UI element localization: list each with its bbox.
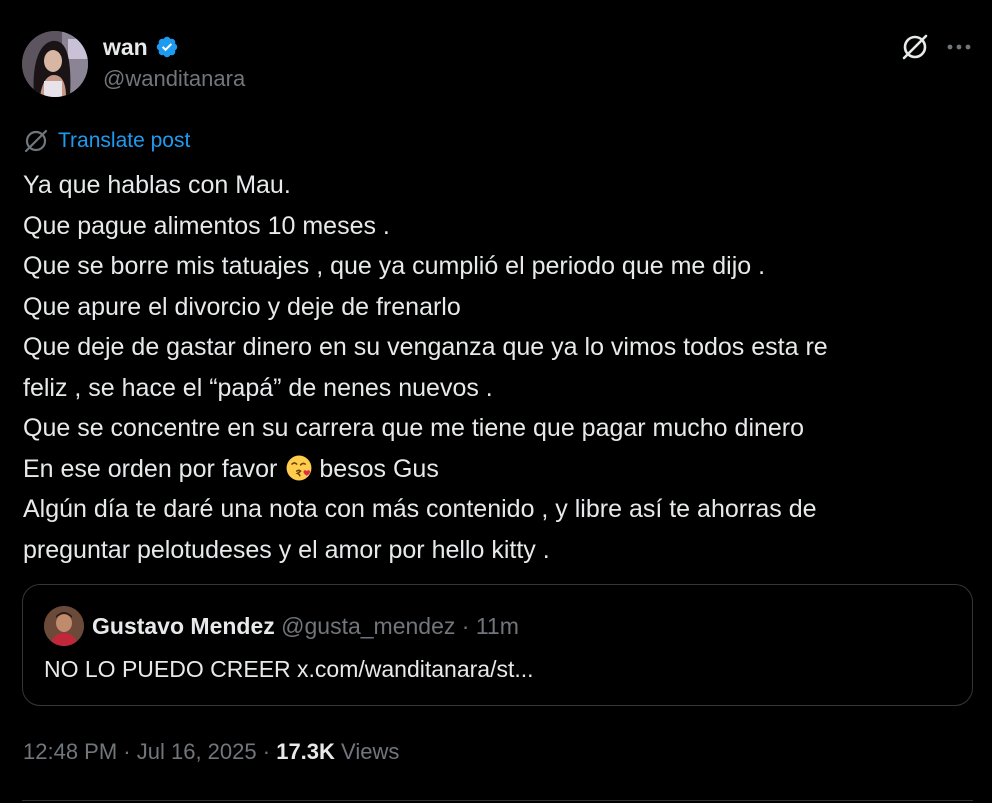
verified-badge-icon: [156, 36, 177, 58]
quoted-tweet-card[interactable]: Gustavo Mendez @gusta_mendez · 11m NO LO…: [22, 584, 973, 706]
quote-separator: ·: [461, 613, 470, 639]
tweet-line: Que apure el divorcio y deje de frenarlo: [23, 292, 461, 321]
tweet-text: Ya que hablas con Mau. Que pague aliment…: [23, 165, 973, 570]
tweet-line: Que pague alimentos 10 meses .: [23, 211, 390, 240]
quote-time[interactable]: 11m: [476, 613, 519, 639]
author-avatar[interactable]: [22, 31, 88, 97]
translate-post-label: Translate post: [58, 129, 191, 152]
quote-author-handle: @gusta_mendez: [281, 613, 456, 639]
post-time[interactable]: 12:48 PM: [23, 739, 117, 764]
meta-separator: ·: [262, 739, 271, 764]
tweet-line: Que deje de gastar dinero en su venganza…: [23, 333, 828, 361]
quote-text: NO LO PUEDO CREER x.com/wanditanara/st..…: [44, 656, 534, 682]
tweet-line: preguntar pelotudeses y el amor por hell…: [23, 535, 550, 564]
views-count[interactable]: 17.3K: [276, 739, 335, 764]
quote-author-name[interactable]: Gustavo Mendez: [92, 613, 275, 639]
tweet-line: Ya que hablas con Mau.: [23, 171, 291, 199]
tweet-meta: 12:48 PM · Jul 16, 2025 · 17.3K Views: [23, 739, 399, 765]
quote-author-avatar-image: [44, 606, 84, 646]
grok-button[interactable]: [898, 30, 932, 64]
author-block: wan @wanditanara: [103, 33, 245, 92]
author-name-row: wan: [103, 33, 245, 61]
tweet-line: Algún día te daré una nota con más conte…: [23, 495, 817, 523]
tweet-line-part: En ese orden por favor: [23, 454, 278, 483]
author-avatar-image: [22, 31, 88, 97]
tweet-line-part: besos Gus: [319, 454, 439, 483]
tweet-line: Que se borre mis tatuajes , que ya cumpl…: [23, 252, 766, 280]
quote-header: Gustavo Mendez @gusta_mendez · 11m: [92, 613, 519, 640]
globe-slash-icon: [24, 129, 48, 153]
post-date[interactable]: Jul 16, 2025: [137, 739, 257, 764]
more-options-button[interactable]: [944, 34, 974, 60]
quote-author-avatar[interactable]: [44, 606, 84, 646]
views-label: Views: [341, 739, 400, 764]
author-name[interactable]: wan: [103, 34, 148, 61]
meta-separator: ·: [123, 739, 131, 764]
tweet-line-with-emoji: En ese orden por favor besos Gus: [23, 449, 973, 490]
kissing-face-emoji-icon: [286, 455, 312, 480]
tweet-line: feliz , se hace el “papá” de nenes nuevo…: [23, 373, 493, 402]
translate-post-link[interactable]: Translate post: [23, 128, 190, 154]
more-dots-icon: [947, 44, 971, 50]
divider: [22, 800, 973, 801]
author-handle[interactable]: @wanditanara: [103, 66, 245, 92]
grok-slash-icon: [902, 34, 928, 60]
tweet-line: Que se concentre en su carrera que me ti…: [23, 414, 805, 442]
